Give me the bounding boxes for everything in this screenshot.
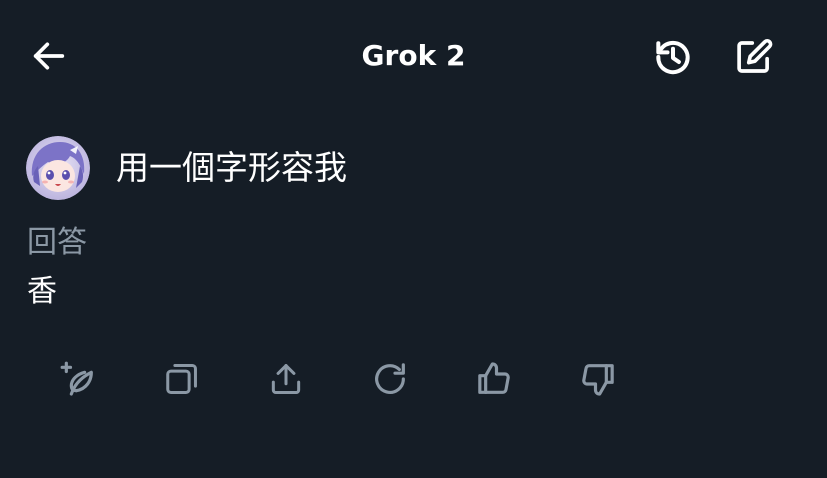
- grok-chat-screen: Grok 2 用一個字形容我 回答 香: [0, 0, 827, 478]
- share-button[interactable]: [263, 356, 309, 402]
- share-icon: [271, 364, 301, 394]
- header-bar: Grok 2: [0, 0, 827, 112]
- history-button[interactable]: [648, 32, 698, 82]
- avatar-image: [26, 136, 90, 200]
- user-avatar[interactable]: [26, 136, 90, 200]
- answer-label: 回答: [27, 225, 87, 260]
- compose-button[interactable]: [729, 32, 779, 82]
- compose-icon: [737, 38, 773, 73]
- sparkle-feather-icon: [60, 361, 93, 396]
- response-action-bar: [0, 356, 827, 406]
- user-query-text: 用一個字形容我: [116, 148, 347, 187]
- thumbs-up-button[interactable]: [471, 356, 517, 402]
- page-title: Grok 2: [361, 39, 466, 72]
- thumbs-down-icon: [582, 364, 614, 396]
- user-query-row: 用一個字形容我: [26, 136, 347, 200]
- thumbs-down-button[interactable]: [575, 356, 621, 402]
- history-icon: [656, 40, 690, 75]
- regenerate-button[interactable]: [367, 356, 413, 402]
- copy-icon: [166, 364, 197, 394]
- regenerate-icon: [375, 363, 405, 394]
- thumbs-up-icon: [478, 362, 510, 394]
- answer-text: 香: [27, 274, 57, 309]
- new-post-from-response-button[interactable]: [55, 356, 101, 402]
- copy-button[interactable]: [159, 356, 205, 402]
